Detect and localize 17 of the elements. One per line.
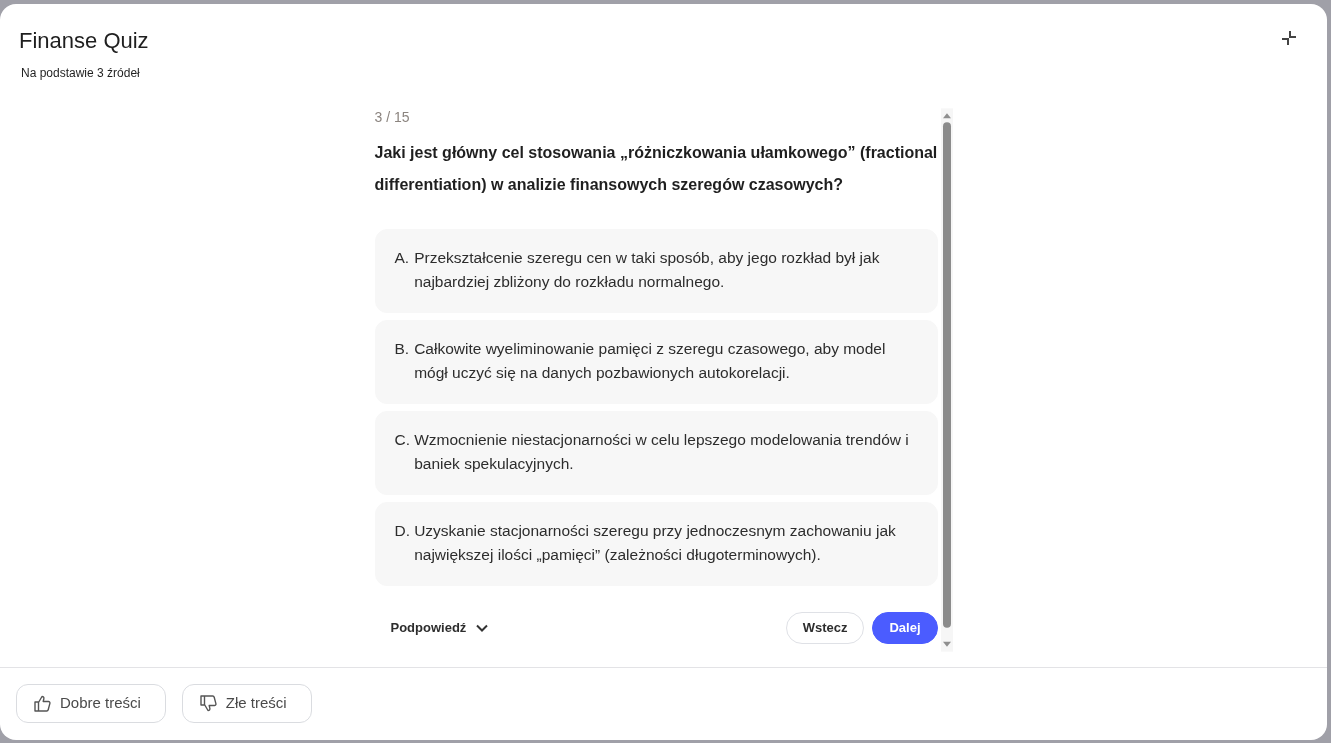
question-counter: 3 / 15 xyxy=(374,108,411,126)
answer-option[interactable]: D. Uzyskanie stacjonarności szeregu przy jednoczesnym zachowaniu jak największej ilości „pamięci” (zależności długoterminowych). xyxy=(374,502,938,586)
back-button[interactable]: Wstecz xyxy=(785,612,865,644)
dialog-title: Finanse Quiz xyxy=(19,29,149,53)
collapse-icon xyxy=(1282,31,1296,45)
answer-option[interactable]: B. Całkowite wyeliminowanie pamięci z szeregu czasowego, aby model mógł uczyć się na danych pozbawionych autokorelacji. xyxy=(374,320,938,404)
question-text: Jaki jest główny cel stosowania „różniczkowania ułamkowego” (fractional differentiation) w analizie finansowych szeregów czasowych? xyxy=(374,143,938,195)
good-content-button[interactable]: Dobre treści xyxy=(16,684,166,723)
dialog-subtitle: Na podstawie 3 źródeł xyxy=(20,65,141,81)
hint-toggle[interactable]: Podpowiedź xyxy=(374,612,489,644)
bad-content-button[interactable]: Złe treści xyxy=(181,684,312,723)
next-button[interactable]: Dalej xyxy=(872,612,938,644)
scrollbar[interactable] xyxy=(940,108,953,652)
answer-option[interactable]: A. Przekształcenie szeregu cen w taki sposób, aby jego rozkład był jak najbardziej zbliżony do rozkładu normalnego. xyxy=(374,229,938,313)
answer-option[interactable]: C. Wzmocnienie niestacjonarności w celu lepszego modelowania trendów i baniek spekulacyjnych. xyxy=(374,411,938,495)
thumbs-up-icon xyxy=(34,695,51,712)
thumbs-down-icon xyxy=(199,695,217,712)
